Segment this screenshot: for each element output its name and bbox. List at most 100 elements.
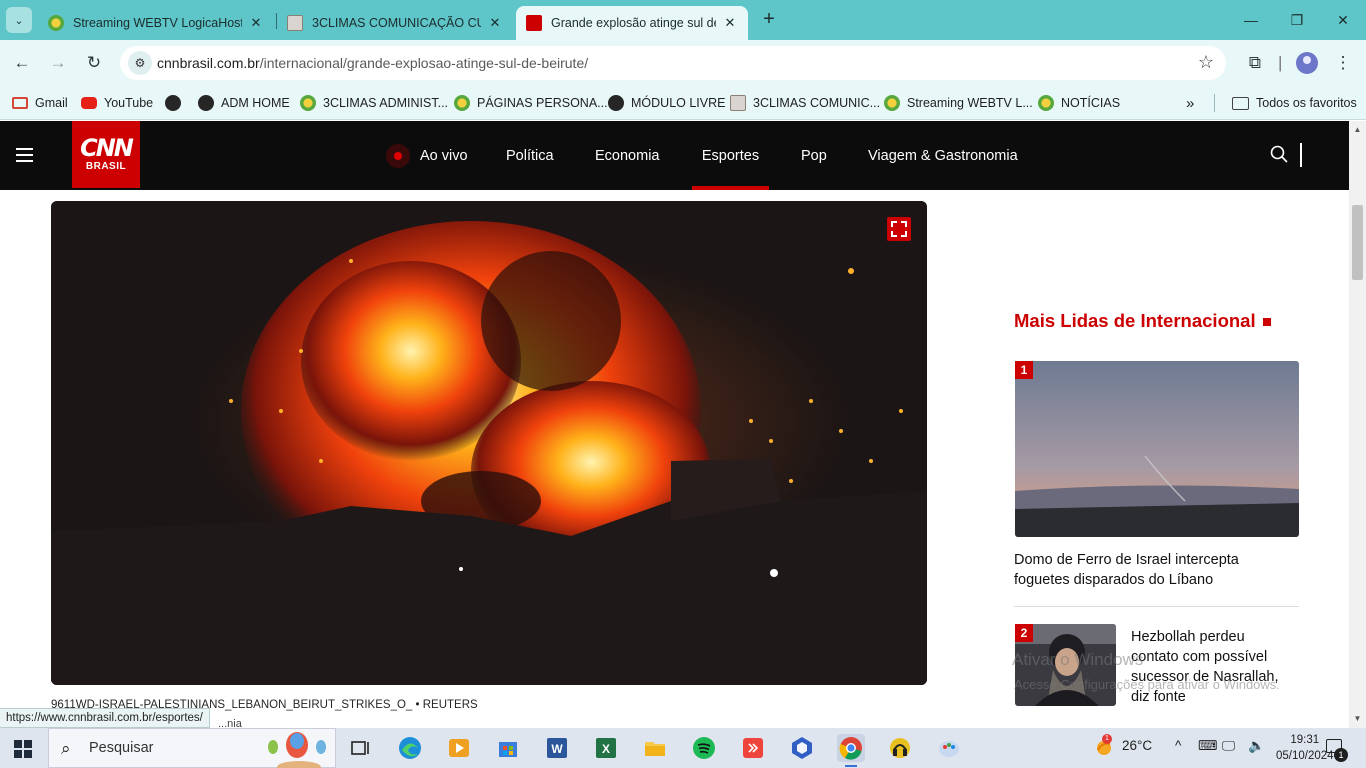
- tab-search-button[interactable]: ⌄: [6, 7, 32, 33]
- file-explorer-icon[interactable]: [641, 734, 669, 762]
- copilot-icon[interactable]: [788, 734, 816, 762]
- taskbar-clock[interactable]: 19:31 05/10/2024: [1276, 732, 1334, 764]
- most-read-1-title[interactable]: Domo de Ferro de Israel intercepta fogue…: [1014, 550, 1294, 590]
- globe-icon: [198, 95, 214, 111]
- new-tab-button[interactable]: +: [758, 9, 780, 31]
- nav-label: Política: [506, 147, 554, 164]
- minimize-button[interactable]: —: [1236, 8, 1266, 32]
- bookmark-label: 3CLIMAS COMUNIC...: [753, 96, 881, 110]
- bookmark-adm-home[interactable]: ADM HOME: [198, 93, 290, 113]
- excel-icon[interactable]: X: [592, 734, 620, 762]
- globe-icon: [165, 95, 181, 111]
- nav-economia[interactable]: Economia: [595, 121, 659, 190]
- close-tab-icon[interactable]: ✕: [487, 15, 503, 31]
- paint-icon[interactable]: [935, 734, 963, 762]
- windows-taskbar: ⌕ Pesquisar W X 1 26°C ^ ⌨ 🖵 🔈 19:31 05/…: [0, 728, 1366, 768]
- bookmark-3climas-admin[interactable]: 3CLIMAS ADMINIST...: [300, 93, 448, 113]
- bookmark-gmail[interactable]: Gmail: [12, 93, 68, 113]
- media-player-icon[interactable]: [445, 734, 473, 762]
- tab-cnn-article[interactable]: Grande explosão atinge sul de ✕: [516, 6, 748, 40]
- bookmark-3climas-comunic[interactable]: 3CLIMAS COMUNIC...: [730, 93, 880, 113]
- cnn-brasil-logo[interactable]: CNN BRASIL: [72, 121, 140, 188]
- taskbar-search-label: Pesquisar: [89, 740, 154, 756]
- document-icon: [730, 95, 746, 111]
- article-video[interactable]: [51, 201, 927, 685]
- nav-esportes[interactable]: Esportes: [692, 121, 769, 190]
- header-divider: [1300, 143, 1302, 167]
- nav-pop[interactable]: Pop: [801, 121, 827, 190]
- browser-toolbar: ← → ↻ ⚙ cnnbrasil.com.br/internacional/g…: [0, 40, 1366, 86]
- fullscreen-button[interactable]: [887, 217, 911, 241]
- language-icon[interactable]: ⌨: [1198, 738, 1218, 754]
- live-dot-icon: [386, 143, 410, 168]
- forward-button[interactable]: →: [45, 50, 71, 76]
- site-header: CNN BRASIL Ao vivo Política Economia Esp…: [0, 121, 1349, 190]
- rank-badge: 2: [1015, 624, 1033, 642]
- bookmark-youtube[interactable]: YouTube: [81, 93, 153, 113]
- site-settings-icon[interactable]: ⚙: [128, 51, 152, 75]
- clock-time: 19:31: [1290, 734, 1320, 746]
- bookmark-label: Streaming WEBTV L...: [907, 96, 1033, 110]
- anydesk-icon[interactable]: [739, 734, 767, 762]
- tab-title: 3CLIMAS COMUNICAÇÃO CULT: [312, 16, 481, 30]
- nav-viagem[interactable]: Viagem & Gastronomia: [868, 121, 1018, 190]
- windows-start-icon[interactable]: [14, 740, 32, 758]
- weather-temperature[interactable]: 26°C: [1122, 738, 1152, 753]
- clock-date: 05/10/2024: [1276, 750, 1334, 762]
- bookmark-divider: [1214, 94, 1215, 112]
- scrollbar-thumb[interactable]: [1352, 205, 1363, 280]
- show-hidden-icons[interactable]: ^: [1175, 738, 1181, 753]
- word-icon[interactable]: W: [543, 734, 571, 762]
- hamburger-menu-icon[interactable]: [16, 148, 33, 162]
- tab-title: Grande explosão atinge sul de: [551, 16, 716, 30]
- close-tab-icon[interactable]: ✕: [248, 15, 264, 31]
- bookmark-paginas[interactable]: PÁGINAS PERSONA...: [454, 93, 608, 113]
- scroll-down-arrow[interactable]: ▼: [1350, 714, 1365, 723]
- most-read-2-title[interactable]: Hezbollah perdeu contato com possível su…: [1131, 627, 1291, 707]
- close-window-button[interactable]: ✕: [1328, 8, 1358, 32]
- url-text[interactable]: cnnbrasil.com.br/internacional/grande-ex…: [157, 55, 588, 71]
- edge-icon[interactable]: [396, 734, 424, 762]
- bookmark-globe[interactable]: [165, 93, 188, 113]
- all-favorites-folder[interactable]: Todos os favoritos: [1232, 93, 1357, 113]
- close-tab-icon[interactable]: ✕: [722, 15, 738, 31]
- volume-icon[interactable]: 🔈: [1248, 738, 1265, 754]
- taskbar-search-box[interactable]: ⌕ Pesquisar: [48, 728, 336, 768]
- back-button[interactable]: ←: [9, 50, 35, 76]
- extensions-icon[interactable]: ⧉: [1242, 50, 1268, 76]
- bookmark-modulo-livre[interactable]: MÓDULO LIVRE: [608, 93, 725, 113]
- reload-button[interactable]: ↻: [81, 50, 107, 76]
- explosion-video-frame: [51, 201, 927, 685]
- nav-live[interactable]: Ao vivo: [386, 121, 468, 190]
- bookmark-star-icon[interactable]: ☆: [1198, 52, 1214, 73]
- scroll-up-arrow[interactable]: ▲: [1350, 125, 1365, 134]
- browser-tab-bar: ⌄ Streaming WEBTV LogicaHost - ✕ 3CLIMAS…: [0, 0, 1366, 40]
- status-bar-url: https://www.cnnbrasil.com.br/esportes/: [0, 708, 210, 728]
- sunflower-icon: [884, 95, 900, 111]
- bookmark-label: 3CLIMAS ADMINIST...: [323, 96, 449, 110]
- profile-button[interactable]: [1296, 50, 1320, 76]
- spotify-icon[interactable]: [690, 734, 718, 762]
- more-bookmarks-label: »: [1186, 94, 1195, 112]
- sunflower-icon: [48, 15, 64, 31]
- chrome-icon[interactable]: [837, 734, 865, 767]
- folder-icon: [1232, 96, 1249, 110]
- search-icon[interactable]: [1270, 145, 1288, 163]
- tab-3climas[interactable]: 3CLIMAS COMUNICAÇÃO CULT ✕: [277, 6, 513, 40]
- streaming-app-icon[interactable]: [886, 734, 914, 762]
- tab-streaming-webtv[interactable]: Streaming WEBTV LogicaHost - ✕: [38, 6, 274, 40]
- bookmark-streaming[interactable]: Streaming WEBTV L...: [884, 93, 1033, 113]
- logo-subtext: BRASIL: [85, 161, 127, 172]
- more-bookmarks-button[interactable]: »: [1186, 93, 1194, 113]
- restore-button[interactable]: ❐: [1282, 8, 1312, 32]
- microsoft-store-icon[interactable]: [494, 734, 522, 762]
- bookmark-noticias[interactable]: NOTÍCIAS: [1038, 93, 1120, 113]
- address-bar[interactable]: ⚙ cnnbrasil.com.br/internacional/grande-…: [120, 46, 1226, 80]
- cnn-favicon-icon: [526, 15, 542, 31]
- network-icon[interactable]: 🖵: [1222, 738, 1235, 754]
- iron-dome-photo: [1015, 361, 1299, 537]
- task-view-icon[interactable]: [347, 734, 375, 762]
- nav-politica[interactable]: Política: [506, 121, 554, 190]
- most-read-1-image[interactable]: [1015, 361, 1299, 537]
- browser-menu-icon[interactable]: ⋮: [1332, 50, 1354, 76]
